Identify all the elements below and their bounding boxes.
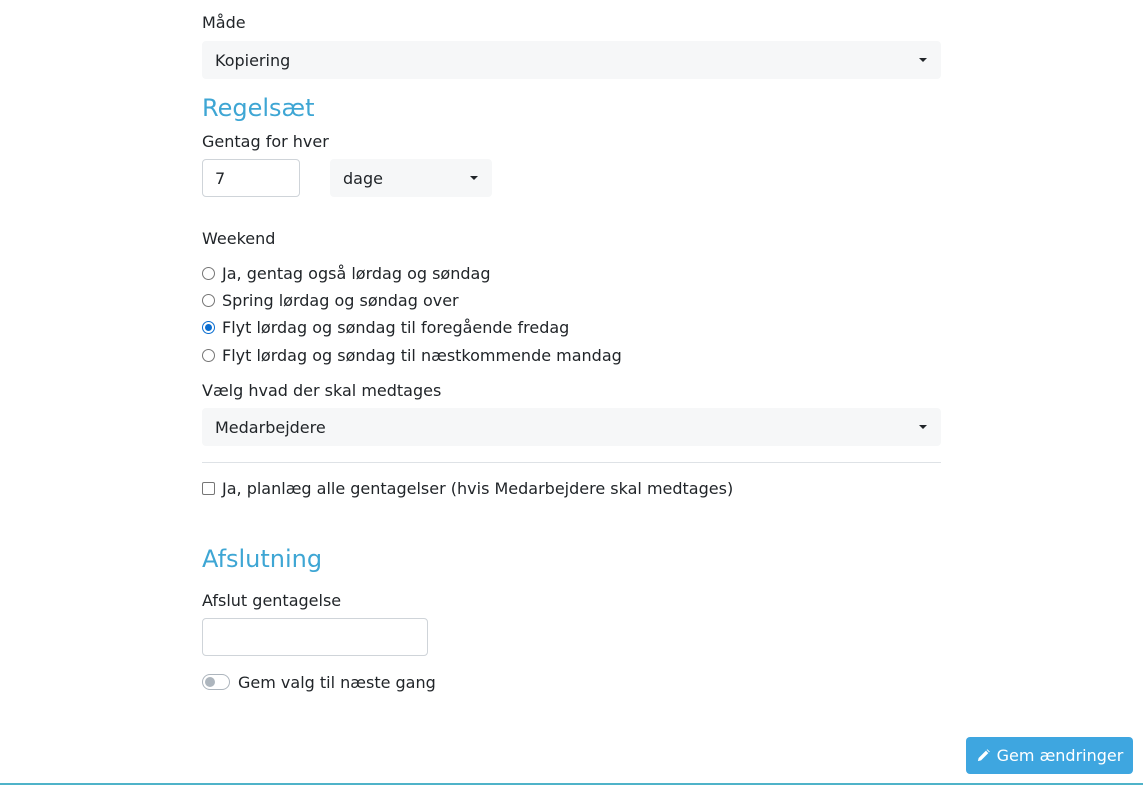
caret-down-icon — [470, 176, 478, 180]
weekend-option-repeat[interactable]: Ja, gentag også lørdag og søndag — [202, 263, 490, 283]
weekend-option-label: Spring lørdag og søndag over — [222, 290, 459, 310]
toggle-knob — [205, 677, 215, 687]
radio-button[interactable] — [202, 266, 215, 280]
caret-down-icon — [919, 58, 927, 62]
remember-choice-label: Gem valg til næste gang — [238, 672, 436, 692]
repeat-unit-select[interactable]: dage — [330, 159, 492, 197]
weekend-option-move-friday[interactable]: Flyt lørdag og søndag til foregående fre… — [202, 317, 569, 337]
caret-down-icon — [919, 425, 927, 429]
save-changes-label: Gem ændringer — [996, 746, 1124, 765]
include-select-value: Medarbejdere — [215, 417, 326, 437]
repeat-label: Gentag for hver — [202, 132, 329, 151]
plan-all-checkbox-row[interactable]: Ja, planlæg alle gentagelser (hvis Medar… — [202, 478, 733, 498]
ending-heading: Afslutning — [202, 545, 323, 573]
weekend-option-label: Ja, gentag også lørdag og søndag — [222, 263, 491, 283]
weekend-label: Weekend — [202, 229, 276, 248]
repeat-unit-value: dage — [343, 168, 383, 188]
weekend-option-label: Flyt lørdag og søndag til foregående fre… — [222, 317, 570, 337]
include-select[interactable]: Medarbejdere — [202, 408, 941, 446]
radio-button-checked[interactable] — [202, 320, 215, 334]
repeat-interval-input[interactable]: 7 — [202, 159, 300, 197]
weekend-option-skip[interactable]: Spring lørdag og søndag over — [202, 290, 459, 310]
remember-choice-row[interactable]: Gem valg til næste gang — [202, 672, 436, 692]
save-changes-button[interactable]: Gem ændringer — [966, 737, 1133, 774]
include-label: Vælg hvad der skal medtages — [202, 381, 442, 400]
ruleset-heading: Regelsæt — [202, 94, 315, 122]
mode-select[interactable]: Kopiering — [202, 41, 941, 79]
repeat-interval-value: 7 — [215, 168, 226, 188]
end-repeat-input[interactable] — [202, 618, 428, 656]
mode-select-value: Kopiering — [215, 50, 291, 70]
weekend-option-move-monday[interactable]: Flyt lørdag og søndag til næstkommende m… — [202, 345, 622, 365]
divider — [202, 462, 941, 463]
remember-choice-toggle[interactable] — [202, 674, 230, 690]
pencil-icon — [976, 748, 991, 763]
radio-button[interactable] — [202, 348, 215, 362]
radio-button[interactable] — [202, 293, 215, 307]
mode-label: Måde — [202, 13, 246, 32]
plan-all-checkbox[interactable] — [202, 481, 215, 495]
end-repeat-label: Afslut gentagelse — [202, 591, 342, 610]
plan-all-label: Ja, planlæg alle gentagelser (hvis Medar… — [222, 478, 734, 498]
weekend-option-label: Flyt lørdag og søndag til næstkommende m… — [222, 345, 622, 365]
